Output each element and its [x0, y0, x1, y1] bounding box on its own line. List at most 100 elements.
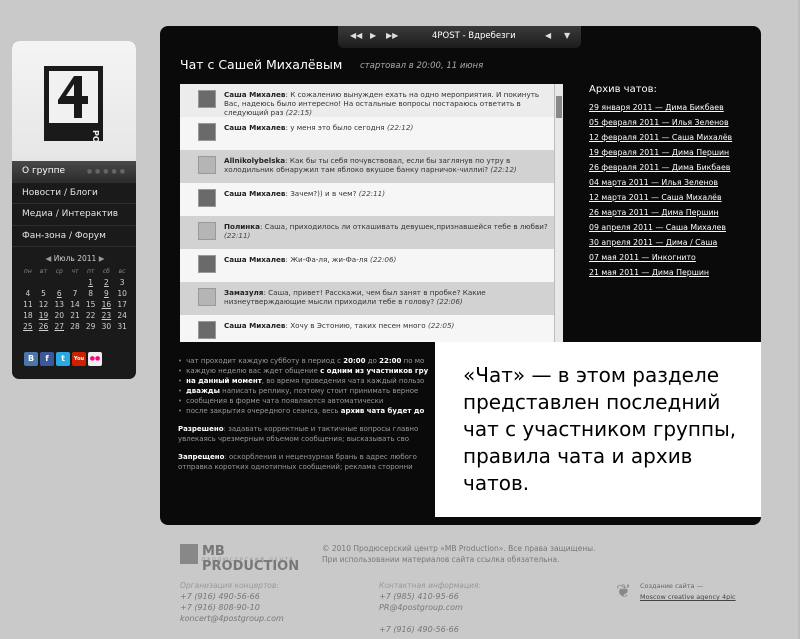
weekday: пт	[86, 268, 95, 275]
logo-area: POST	[12, 41, 136, 161]
contact-phone: +7 (916) 490-56-66	[379, 625, 459, 634]
archive-link[interactable]: 29 января 2011 — Дима Бикбаев	[589, 103, 754, 118]
credit-link[interactable]: Moscow creative agency 4pic	[640, 593, 736, 601]
day-cell: 29	[85, 322, 96, 331]
youtube-icon[interactable]: You	[72, 352, 86, 366]
message-time: (22:06)	[436, 297, 463, 306]
chat-message: Саша Михалев: Жи-Фа-ля, жи-Фа-ля (22:06)	[180, 249, 563, 282]
chat-message: Полинка: Саша, приходилось ли откашивать…	[180, 216, 563, 249]
chat-message: Саша Михалев: Зачем?)) и в чем? (22:11)	[180, 183, 563, 216]
nav-item-fanzone[interactable]: Фан-зона / Форум	[12, 226, 136, 247]
archive-link[interactable]: 26 марта 2011 — Дима Першин	[589, 208, 754, 223]
archive-link[interactable]: 04 марта 2011 — Илья Зеленов	[589, 178, 754, 193]
flickr-icon[interactable]: ●●	[88, 352, 102, 366]
avatar	[198, 189, 216, 207]
rule-item: сообщения в форме чата появляются автома…	[178, 396, 438, 406]
contact-label: Контактная информация:	[379, 581, 481, 590]
contact-email[interactable]: PR@4postgroup.com	[379, 602, 481, 613]
message-text: Жи-Фа-ля, жи-Фа-ля	[290, 255, 368, 264]
day-cell[interactable]: 9	[99, 288, 115, 299]
production-logo[interactable]: MB PRODUCTION ПРОДЮСЕРСКИЙ ЦЕНТР	[180, 544, 308, 574]
back-circle-icon[interactable]: ◀	[545, 31, 551, 40]
sidebar: POST О группе ●●●●● Новости / Блоги Меди…	[12, 41, 136, 379]
calendar-header: ◀ Июль 2011 ▶	[20, 254, 130, 263]
archive-link[interactable]: 19 февраля 2011 — Дима Першин	[589, 148, 754, 163]
archive-link[interactable]: 12 марта 2011 — Саша Михалёв	[589, 193, 754, 208]
day-cell: 17	[117, 300, 127, 309]
day-cell[interactable]: 25	[20, 321, 36, 332]
calendar-month: Июль 2011	[53, 254, 97, 263]
forbidden-rule: Запрещено: оскорбления и нецензурная бра…	[178, 453, 417, 471]
nav-label: Фан-зона / Форум	[22, 230, 106, 241]
contact-phone: +7 (985) 410-95-66	[379, 592, 459, 601]
band-logo[interactable]: POST	[44, 66, 103, 141]
day-cell: 18	[23, 311, 33, 320]
avatar	[198, 288, 216, 306]
chat-log[interactable]: Саша Михалев: К сожалению вынужден ехать…	[180, 84, 563, 342]
calendar-grid: пн вт ср чт пт сб вс 1 2 3 4 5 6 7 8 9 1…	[20, 266, 130, 332]
chat-scrollbar[interactable]	[554, 84, 563, 342]
chat-message: Саша Михалев: у меня это было сегодня (2…	[180, 117, 563, 150]
prev-track-icon[interactable]: ◀◀	[350, 31, 362, 40]
chat-message: Allnikolybelska: Как бы ты себя почувств…	[180, 150, 563, 183]
nav-item-about[interactable]: О группе ●●●●●	[12, 161, 136, 183]
message-time: (22:15)	[285, 108, 313, 117]
day-cell: 20	[54, 311, 65, 320]
day-cell[interactable]: 1	[83, 277, 99, 288]
nav-item-media[interactable]: Медиа / Интерактив	[12, 204, 136, 226]
day-cell[interactable]: 2	[99, 277, 115, 288]
archive-link[interactable]: 21 мая 2011 — Дима Першин	[589, 268, 754, 283]
avatar	[198, 222, 216, 240]
play-icon[interactable]: ▶	[370, 31, 376, 40]
day-cell[interactable]: 26	[36, 321, 52, 332]
day-cell: 28	[70, 322, 80, 331]
next-track-icon[interactable]: ▶▶	[386, 31, 398, 40]
chat-message: Замазуля: Саша, привет! Расскажи, чем бы…	[180, 282, 563, 315]
calendar-next-icon[interactable]: ▶	[99, 254, 105, 263]
calendar: ◀ Июль 2011 ▶ пн вт ср чт пт сб вс 1 2 3…	[20, 254, 130, 332]
archive-link[interactable]: 30 апреля 2011 — Дима / Саша	[589, 238, 754, 253]
concerts-phone: +7 (916) 808-90-10	[180, 603, 260, 612]
day-cell[interactable]: 6	[51, 288, 67, 299]
archive-link[interactable]: 26 февраля 2011 — Дима Бикбаев	[589, 163, 754, 178]
message-time: (22:06)	[370, 255, 397, 264]
day-cell[interactable]: 27	[51, 321, 67, 332]
music-player: ◀◀ ▶ ▶▶ 4POST - Вдребезги ◀ ▼	[338, 26, 581, 48]
calendar-prev-icon[interactable]: ◀	[46, 254, 52, 263]
weekday: пн	[23, 268, 32, 275]
day-cell: 21	[70, 311, 80, 320]
message-text: у меня это было сегодня	[290, 123, 385, 132]
nav-label: Новости / Блоги	[22, 187, 98, 198]
concerts-contact: Организация концертов: +7 (916) 490-56-6…	[180, 580, 284, 624]
day-cell: 15	[85, 300, 96, 309]
vk-icon[interactable]: В	[24, 352, 38, 366]
dropdown-circle-icon[interactable]: ▼	[564, 31, 570, 40]
scrollbar-thumb[interactable]	[556, 96, 562, 118]
day-cell[interactable]: 16	[99, 299, 115, 310]
nav-label: Медиа / Интерактив	[22, 209, 119, 219]
day-cell[interactable]: 19	[36, 310, 52, 321]
twitter-icon[interactable]: t	[56, 352, 70, 366]
rule-item: дважды написать реплику, поэтому стоит п…	[178, 386, 438, 396]
day-cell	[36, 277, 52, 288]
chat-start-time: стартовал в 20:00, 11 июня	[360, 61, 484, 71]
day-cell[interactable]: 23	[99, 310, 115, 321]
facebook-icon[interactable]: f	[40, 352, 54, 366]
day-cell: 3	[119, 278, 125, 287]
archive-link[interactable]: 05 февраля 2011 — Илья Зеленов	[589, 118, 754, 133]
nav-label: О группе	[22, 166, 66, 176]
archive-link[interactable]: 07 мая 2011 — Инкогнито	[589, 253, 754, 268]
day-cell: 12	[38, 300, 49, 309]
message-author: Саша Михалев	[224, 321, 286, 330]
message-time: (22:05)	[428, 321, 455, 330]
production-logo-icon	[180, 544, 198, 564]
archive-link[interactable]: 12 февраля 2011 — Саша Михалёв	[589, 133, 754, 148]
chat-message: Саша Михалев: К сожалению вынужден ехать…	[180, 84, 563, 117]
rule-item: каждую неделю вас ждет общение с одним и…	[178, 366, 438, 376]
day-cell: 31	[117, 322, 127, 331]
nav-item-news[interactable]: Новости / Блоги	[12, 183, 136, 204]
copyright: © 2010 Продюсерский центр «MB Production…	[322, 543, 595, 565]
concerts-email[interactable]: koncert@4postgroup.com	[180, 613, 284, 624]
day-cell: 22	[85, 311, 96, 320]
archive-link[interactable]: 09 апреля 2011 — Саша Михалев	[589, 223, 754, 238]
